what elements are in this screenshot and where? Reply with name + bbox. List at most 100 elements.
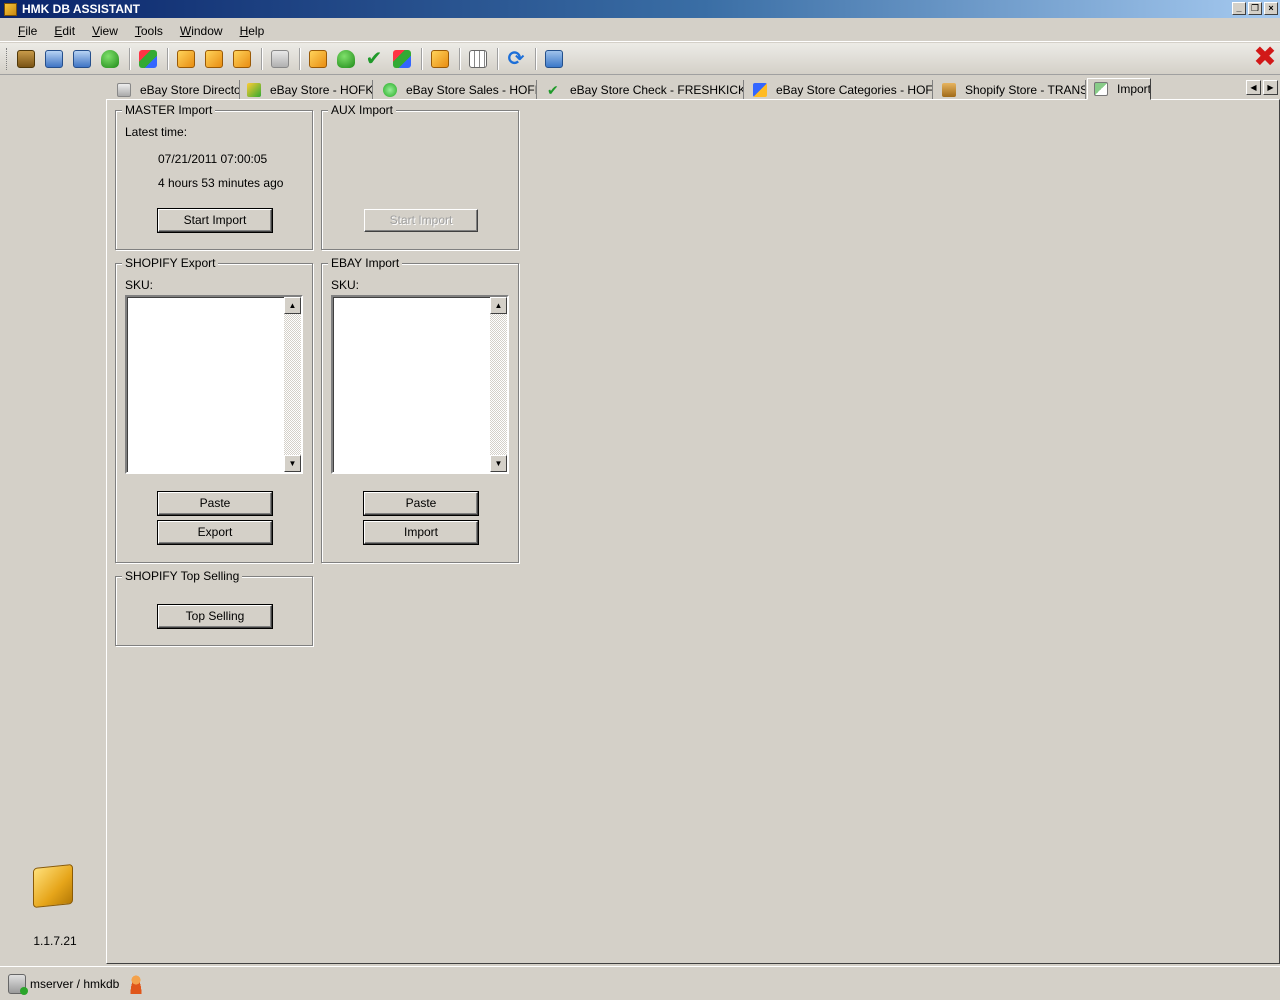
import-panel: MASTER Import Latest time: 07/21/2011 07…	[106, 99, 1280, 964]
import-icon	[1094, 82, 1108, 96]
categories-icon	[753, 83, 767, 97]
toolbar-separator	[421, 47, 423, 70]
ebay-import-button[interactable]: Import	[364, 521, 478, 544]
shopify-sku-scrollbar[interactable]: ▲ ▼	[284, 297, 301, 472]
toolbar-blocks-button[interactable]	[135, 46, 161, 72]
toolbar-box-button[interactable]	[229, 46, 255, 72]
toolbar-separator	[459, 47, 461, 70]
status-bar: mserver / hmkdb	[0, 966, 1280, 1000]
database-connected-icon	[8, 973, 28, 995]
tab-ebay-store-check[interactable]: ✔ eBay Store Check - FRESHKICKS...	[541, 80, 744, 100]
scroll-up-button[interactable]: ▲	[284, 297, 301, 314]
app-icon	[4, 2, 17, 16]
menu-bar: File Edit View Tools Window Help	[0, 18, 1280, 42]
tab-shopify-store[interactable]: Shopify Store - TRANSIT	[936, 80, 1086, 100]
toolbar-database-button[interactable]	[13, 46, 39, 72]
toolbar-package-button[interactable]	[173, 46, 199, 72]
scroll-down-button[interactable]: ▼	[490, 455, 507, 472]
menu-tools[interactable]: Tools	[127, 22, 172, 38]
directory-icon	[117, 83, 131, 97]
window-title: HMK DB ASSISTANT	[22, 2, 140, 16]
ebay-paste-button[interactable]: Paste	[364, 492, 478, 515]
version-label: 1.1.7.21	[33, 934, 77, 948]
tab-ebay-store-categories[interactable]: eBay Store Categories - HOFK21	[747, 80, 933, 100]
toolbar-shopify-button[interactable]	[427, 46, 453, 72]
toolbar-separator	[261, 47, 263, 70]
refresh-icon: ⟳	[507, 47, 525, 70]
tab-scroll-right-button[interactable]: ▶	[1263, 80, 1278, 95]
toolbar-truck-button[interactable]	[69, 46, 95, 72]
ebay-sku-scrollbar[interactable]: ▲ ▼	[490, 297, 507, 472]
ebay-import-title: EBAY Import	[328, 256, 403, 270]
top-selling-button[interactable]: Top Selling	[158, 605, 272, 628]
toolbar-categories-button[interactable]	[389, 46, 415, 72]
box-icon	[233, 49, 251, 68]
shopify-sku-textarea[interactable]: ▲ ▼	[125, 295, 303, 474]
minimize-button[interactable]: _	[1232, 2, 1246, 15]
store-icon	[247, 83, 261, 97]
toolbar-sales-button[interactable]	[333, 46, 359, 72]
toolbar-directory-button[interactable]	[267, 46, 293, 72]
toolbar-import-button[interactable]	[541, 46, 567, 72]
directory-icon	[271, 49, 289, 68]
tab-strip: eBay Store Directory eBay Store - HOFK21…	[107, 78, 1280, 100]
master-start-import-button[interactable]: Start Import	[158, 209, 272, 232]
database-icon	[17, 49, 35, 68]
menu-edit[interactable]: Edit	[46, 22, 84, 38]
package-icon	[177, 49, 195, 68]
ebay-sku-textarea[interactable]: ▲ ▼	[331, 295, 509, 474]
sales-icon	[383, 83, 397, 97]
tab-ebay-store-sales[interactable]: eBay Store Sales - HOFK21	[377, 80, 537, 100]
package-edit-icon	[205, 49, 223, 68]
menu-file[interactable]: File	[10, 22, 46, 38]
toolbar-store-button[interactable]	[41, 46, 67, 72]
shopify-export-title: SHOPIFY Export	[122, 256, 219, 270]
shopify-icon	[942, 83, 956, 97]
toolbar-tree-button[interactable]	[97, 46, 123, 72]
left-panel: 1.1.7.21	[0, 76, 107, 964]
menu-window[interactable]: Window	[172, 22, 232, 38]
shopping-bag-icon	[431, 49, 449, 68]
toolbar-package-edit-button[interactable]	[201, 46, 227, 72]
check-icon: ✔	[365, 47, 383, 70]
menu-view[interactable]: View	[84, 22, 127, 38]
toolbar-check-button[interactable]: ✔	[361, 46, 387, 72]
title-bar: HMK DB ASSISTANT _ ❐ ×	[0, 0, 1280, 18]
aux-import-group: AUX Import Start Import	[321, 103, 519, 250]
tree-icon	[101, 49, 119, 68]
close-window-button[interactable]: ×	[1264, 2, 1278, 15]
import-icon	[545, 49, 563, 68]
toolbar-separator	[167, 47, 169, 70]
shopify-top-selling-title: SHOPIFY Top Selling	[122, 569, 243, 583]
box-logo-icon	[33, 863, 73, 909]
latest-time-value: 07/21/2011 07:00:05	[158, 152, 268, 166]
close-icon[interactable]: ✖	[1253, 43, 1277, 71]
tab-ebay-store[interactable]: eBay Store - HOFK21	[241, 80, 373, 100]
shopify-export-button[interactable]: Export	[158, 521, 272, 544]
shopify-paste-button[interactable]: Paste	[158, 492, 272, 515]
toolbar-separator	[535, 47, 537, 70]
money-icon	[337, 49, 355, 68]
toolbar-store-tab-button[interactable]	[305, 46, 331, 72]
tab-import[interactable]: Import	[1087, 78, 1151, 100]
window-controls: _ ❐ ×	[1232, 2, 1278, 15]
tab-scroll-left-button[interactable]: ◀	[1246, 80, 1261, 95]
scroll-up-button[interactable]: ▲	[490, 297, 507, 314]
aux-import-title: AUX Import	[328, 103, 397, 117]
shopify-top-selling-group: SHOPIFY Top Selling Top Selling	[115, 569, 313, 646]
menu-help[interactable]: Help	[232, 22, 274, 38]
truck-icon	[73, 49, 91, 68]
ebay-import-group: EBAY Import SKU: ▲ ▼ Paste Import	[321, 256, 519, 563]
store-icon	[45, 49, 63, 68]
aux-start-import-button[interactable]: Start Import	[364, 209, 478, 232]
categories-icon	[393, 49, 411, 68]
store-tab-icon	[309, 49, 327, 68]
scroll-down-button[interactable]: ▼	[284, 455, 301, 472]
restore-button[interactable]: ❐	[1248, 2, 1262, 15]
toolbar-refresh-button[interactable]: ⟳	[503, 46, 529, 72]
toolbar-grip[interactable]	[6, 47, 9, 70]
time-ago-value: 4 hours 53 minutes ago	[158, 176, 284, 190]
toolbar-separator	[299, 47, 301, 70]
toolbar-grid-button[interactable]	[465, 46, 491, 72]
tab-ebay-store-directory[interactable]: eBay Store Directory	[111, 80, 240, 100]
